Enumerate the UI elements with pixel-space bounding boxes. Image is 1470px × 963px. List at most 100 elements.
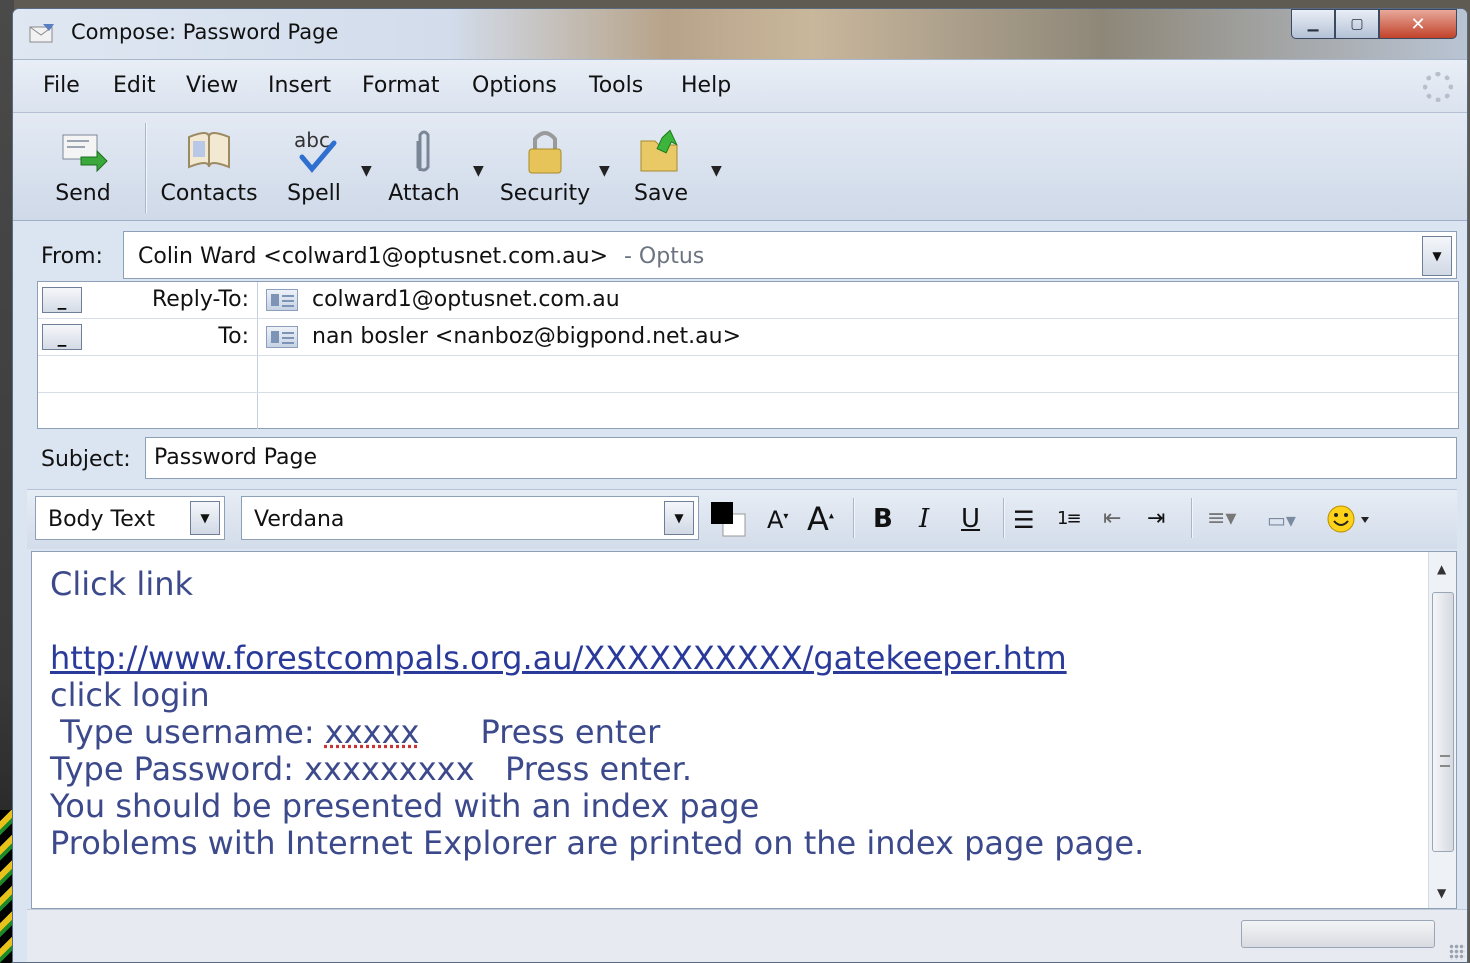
body-line: Problems with Internet Explorer are prin… [50, 824, 1145, 862]
activity-throbber-icon [1423, 72, 1453, 102]
recipient-type-empty [38, 393, 258, 429]
attach-button[interactable]: Attach [383, 121, 465, 213]
format-separator [1003, 498, 1004, 538]
resize-grip-icon[interactable] [1449, 944, 1465, 960]
contacts-button[interactable]: Contacts [159, 121, 259, 213]
maximize-button[interactable]: ▢ [1335, 9, 1379, 39]
recipient-row: ▁ To: nan bosler <nanboz@bigpond.net.au> [38, 319, 1458, 356]
spell-dropdown-arrow-icon[interactable]: ▼ [361, 163, 372, 179]
bold-icon[interactable]: B [873, 504, 893, 534]
from-value: Colin Ward <colward1@optusnet.com.au> [138, 244, 609, 269]
address-book-icon [188, 132, 230, 169]
message-body[interactable]: Click link http://www.forestcompals.org.… [50, 566, 1420, 862]
recipient-row-empty[interactable] [38, 356, 1458, 393]
spell-check-icon: abc [294, 128, 337, 173]
body-line: You should be presented with an index pa… [50, 787, 760, 825]
paragraph-style-dropdown-icon[interactable]: ▼ [190, 501, 220, 535]
subject-value: Password Page [154, 445, 318, 470]
indent-icon[interactable]: ⇥ [1147, 506, 1165, 531]
contact-card-icon [266, 326, 298, 348]
font-dropdown-icon[interactable]: ▼ [664, 501, 694, 535]
scrollbar-thumb[interactable] [1432, 592, 1454, 852]
paragraph-style-select[interactable]: Body Text ▼ [35, 496, 225, 540]
menu-format[interactable]: Format [362, 73, 440, 98]
recipient-type-dropdown-icon[interactable]: ▁ [42, 324, 82, 350]
from-row: From: Colin Ward <colward1@optusnet.com.… [13, 221, 1467, 281]
menu-options[interactable]: Options [472, 73, 557, 98]
title-bar[interactable]: Compose: Password Page ▁ ▢ ✕ [13, 9, 1467, 59]
font-smaller-icon[interactable]: A▾ [767, 506, 788, 534]
format-separator [1191, 498, 1192, 538]
body-link-line: http://www.forestcompals.org.au/XXXXXXXX… [50, 640, 1420, 677]
menu-help[interactable]: Help [681, 73, 731, 98]
from-account: - Optus [624, 244, 705, 269]
security-button[interactable]: Security [497, 121, 593, 213]
menu-bar: File Edit View Insert Format Options Too… [13, 59, 1467, 113]
bullet-list-icon[interactable]: ☰ [1013, 506, 1035, 534]
message-body-editor[interactable]: Click link http://www.forestcompals.org.… [31, 551, 1457, 909]
main-toolbar: Send Contacts abc Spell ▼ Attach ▼ Secur… [13, 113, 1467, 221]
text-color-icon[interactable] [709, 500, 749, 540]
from-label: From: [41, 244, 103, 269]
menu-edit[interactable]: Edit [113, 73, 156, 98]
security-dropdown-arrow-icon[interactable]: ▼ [599, 163, 610, 179]
italic-icon[interactable]: I [919, 504, 929, 534]
recipient-type: ▁ To: [38, 319, 258, 355]
menu-file[interactable]: File [43, 73, 80, 98]
recipient-row: ▁ Reply-To: colward1@optusnet.com.au [38, 282, 1458, 319]
send-button[interactable]: Send [43, 121, 123, 213]
body-line: Click link [50, 565, 194, 603]
recipient-row-empty[interactable] [38, 393, 1458, 430]
recipient-address[interactable]: colward1@optusnet.com.au [312, 287, 620, 312]
smiley-icon[interactable] [1327, 504, 1373, 534]
save-button[interactable]: Save [623, 121, 699, 213]
contacts-label: Contacts [160, 181, 258, 206]
subject-row: Subject: Password Page [13, 429, 1467, 491]
format-separator [853, 498, 854, 538]
insert-image-icon[interactable]: ▭▾ [1267, 508, 1296, 532]
window-title: Compose: Password Page [71, 20, 339, 44]
paperclip-icon [416, 130, 430, 172]
minimize-button[interactable]: ▁ [1291, 9, 1335, 39]
save-dropdown-arrow-icon[interactable]: ▼ [711, 163, 722, 179]
body-blank-line [50, 603, 1420, 640]
misspelled-word: xxxxx [324, 713, 420, 751]
attach-dropdown-arrow-icon[interactable]: ▼ [473, 163, 484, 179]
menu-insert[interactable]: Insert [268, 73, 331, 98]
svg-text:abc: abc [294, 128, 330, 152]
subject-label: Subject: [41, 447, 131, 472]
outdent-icon[interactable]: ⇤ [1103, 506, 1121, 531]
subject-input[interactable]: Password Page [145, 437, 1457, 479]
body-text: Type username: [50, 713, 325, 751]
font-larger-icon[interactable]: A▴ [807, 500, 834, 538]
window-controls: ▁ ▢ ✕ [1291, 9, 1457, 39]
menu-tools[interactable]: Tools [589, 73, 643, 98]
spell-button[interactable]: abc Spell [279, 121, 349, 213]
recipient-type-empty [38, 356, 258, 392]
recipient-type-label: Reply-To: [151, 287, 249, 312]
toolbar-separator [145, 123, 146, 213]
scroll-up-arrow-icon[interactable]: ▲ [1437, 562, 1446, 576]
from-select[interactable]: Colin Ward <colward1@optusnet.com.au> - … [123, 231, 1457, 279]
spell-label: Spell [287, 181, 341, 206]
format-toolbar: Body Text ▼ Verdana ▼ A▾ A▴ B I U ☰ 1≡ ⇤… [27, 489, 1457, 549]
recipient-address[interactable]: nan bosler <nanboz@bigpond.net.au> [312, 324, 741, 349]
save-folder-icon [640, 129, 678, 172]
recipient-type: ▁ Reply-To: [38, 282, 258, 318]
gatekeeper-link[interactable]: http://www.forestcompals.org.au/XXXXXXXX… [50, 639, 1067, 677]
from-dropdown-arrow-icon[interactable]: ▼ [1422, 236, 1452, 276]
send-icon [62, 134, 108, 173]
scroll-down-arrow-icon[interactable]: ▼ [1437, 886, 1446, 900]
underline-icon[interactable]: U [961, 504, 980, 534]
numbered-list-icon[interactable]: 1≡ [1057, 508, 1082, 529]
font-select[interactable]: Verdana ▼ [241, 496, 699, 540]
recipient-list: ▁ Reply-To: colward1@optusnet.com.au ▁ T… [37, 281, 1459, 429]
font-value: Verdana [254, 507, 345, 532]
align-icon[interactable]: ≡▾ [1207, 506, 1236, 531]
close-button[interactable]: ✕ [1379, 9, 1457, 39]
vertical-scrollbar[interactable]: ▲ ▼ [1428, 552, 1456, 908]
menu-view[interactable]: View [186, 73, 238, 98]
recipient-type-dropdown-icon[interactable]: ▁ [42, 287, 82, 313]
body-text: Press enter [419, 713, 661, 751]
status-bar [27, 909, 1467, 962]
